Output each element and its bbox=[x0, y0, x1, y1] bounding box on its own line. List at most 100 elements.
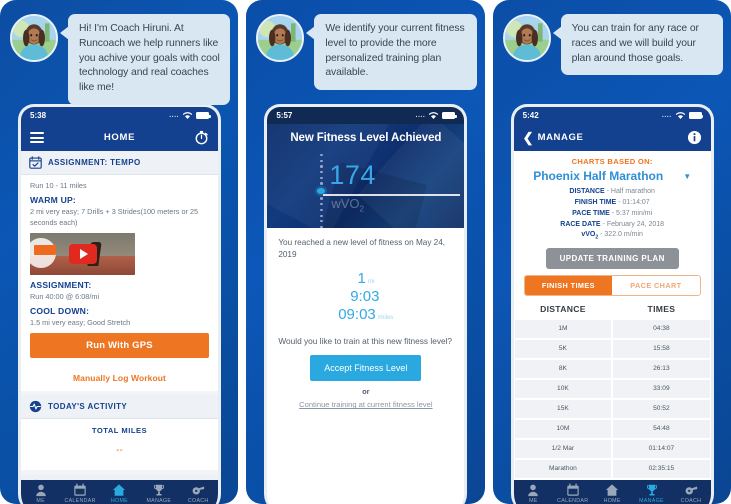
todays-activity-header: TODAY'S ACTIVITY bbox=[21, 394, 218, 419]
stat-pace: 09:03/miles bbox=[278, 306, 453, 324]
workout-video-thumbnail[interactable] bbox=[30, 232, 135, 275]
cooldown-label: COOL DOWN: bbox=[30, 305, 90, 316]
fitness-stats: 1 mi 9:03 09:03/miles bbox=[278, 262, 453, 331]
todays-activity-card: TODAY'S ACTIVITY TOTAL MILES -- bbox=[21, 394, 218, 470]
nav-bar-manage: ❮ MANAGE bbox=[513, 124, 711, 151]
screenshot-panel-fitness-level: We identify your current fitness level t… bbox=[246, 0, 485, 504]
stat-distance-value: 1 bbox=[357, 269, 366, 287]
tab-me[interactable]: ME bbox=[515, 483, 551, 504]
tab-finish-times[interactable]: FINISH TIMES bbox=[524, 275, 613, 295]
coach-avatar bbox=[502, 14, 551, 62]
tab-label-me: ME bbox=[36, 498, 45, 504]
tab-label-manage: MANAGE bbox=[146, 498, 172, 504]
chevron-left-icon: ❮ bbox=[522, 130, 534, 145]
fitness-value: 174 bbox=[329, 160, 376, 190]
meta-pace-time: PACE TIME - 5:37 min/mi bbox=[572, 209, 653, 217]
tab-manage[interactable]: MANAGE bbox=[141, 483, 177, 504]
page-title: MANAGE bbox=[537, 132, 584, 143]
calendar-icon bbox=[73, 483, 87, 497]
tab-home[interactable]: HOME bbox=[101, 483, 137, 504]
cell-distance: 1/2 Mar bbox=[513, 438, 613, 459]
total-miles-value: -- bbox=[116, 444, 123, 456]
column-header-times: TIMES bbox=[647, 303, 676, 314]
nav-bar-home: HOME bbox=[21, 124, 218, 151]
stat-time-value: 9:03 bbox=[350, 287, 380, 305]
tab-bar-3: ME CALENDAR HOME MANAGE COACH bbox=[513, 480, 711, 504]
cell-time: 33:09 bbox=[612, 378, 711, 399]
back-button[interactable]: ❮ MANAGE bbox=[523, 131, 584, 144]
whistle-icon bbox=[191, 483, 205, 497]
meta-distance: DISTANCE - Half marathon bbox=[569, 188, 655, 195]
assignment-card-body: Run 10 - 11 miles WARM UP: 2 mi very eas… bbox=[21, 175, 218, 366]
stat-distance: 1 mi bbox=[278, 270, 453, 288]
tab-home[interactable]: HOME bbox=[594, 483, 630, 504]
wifi-icon bbox=[182, 111, 193, 119]
stopwatch-icon[interactable] bbox=[194, 130, 209, 145]
tab-label-coach: COACH bbox=[680, 498, 702, 504]
status-time: 5:57 bbox=[276, 111, 293, 120]
info-icon[interactable] bbox=[687, 130, 702, 145]
table-row: 8K 26:13 bbox=[513, 358, 711, 379]
play-icon[interactable] bbox=[68, 243, 97, 264]
coach-bubble-text-1: Hi! I'm Coach Hiruni. At Runcoach we hel… bbox=[59, 14, 231, 105]
race-selector[interactable]: Phoenix Half Marathon ▼ bbox=[514, 168, 711, 187]
stat-pace-unit: /miles bbox=[377, 315, 394, 322]
screenshot-panel-manage: You can train for any race or races and … bbox=[492, 0, 731, 504]
wifi-icon bbox=[675, 111, 685, 119]
status-bar-3: 5:42 .... bbox=[513, 107, 711, 124]
accept-fitness-level-button[interactable]: Accept Fitness Level bbox=[310, 355, 422, 382]
tab-pace-chart[interactable]: PACE CHART bbox=[612, 275, 700, 295]
table-row: 5K 15:58 bbox=[513, 338, 711, 359]
signal-icon: .... bbox=[661, 112, 672, 119]
tab-coach[interactable]: COACH bbox=[673, 483, 709, 504]
phone-mockup-1: 5:38 .... HOME ASSIGNMENT: TEMPO Run 10 … bbox=[18, 104, 221, 504]
tab-label-manage: MANAGE bbox=[639, 498, 664, 504]
cell-distance: 10K bbox=[513, 378, 613, 399]
home-content: ASSIGNMENT: TEMPO Run 10 - 11 miles WARM… bbox=[21, 151, 218, 480]
activity-icon bbox=[29, 400, 42, 413]
table-row: 1M 04:38 bbox=[513, 318, 711, 339]
cell-time: 02:35:15 bbox=[612, 458, 711, 479]
assignment-card-header: ASSIGNMENT: TEMPO bbox=[21, 151, 218, 175]
todays-activity-body: TOTAL MILES -- bbox=[21, 419, 218, 470]
cooldown-text: 1.5 mi very easy; Good Stretch bbox=[30, 317, 131, 327]
cell-time: 26:13 bbox=[612, 358, 711, 379]
table-row: Marathon 02:35:15 bbox=[513, 458, 711, 479]
charts-based-on-label: CHARTS BASED ON: bbox=[571, 157, 653, 166]
warmup-text: 2 mi very easy; 7 Drills + 3 Strides(100… bbox=[30, 206, 199, 227]
finish-times-table: 1M 04:38 5K 15:58 8K 26:13 10K 33:09 15K 50:5… bbox=[513, 318, 711, 479]
reached-text: You reached a new level of fitness on Ma… bbox=[278, 238, 446, 260]
phone-mockup-3: 5:42 .... ❮ MANAGE CHARTS BASED ON: Phoe… bbox=[510, 104, 714, 504]
tab-coach[interactable]: COACH bbox=[180, 483, 216, 504]
update-training-plan-button[interactable]: UPDATE TRAINING PLAN bbox=[545, 247, 679, 269]
tab-manage[interactable]: MANAGE bbox=[634, 483, 670, 504]
manually-log-workout-link[interactable]: Manually Log Workout bbox=[21, 366, 218, 391]
status-bar-1: 5:38 .... bbox=[21, 107, 218, 124]
tab-label-home: HOME bbox=[110, 498, 129, 504]
assignment-label: ASSIGNMENT: bbox=[30, 279, 92, 290]
trophy-icon bbox=[152, 483, 166, 497]
app-store-screenshot-set: Hi! I'm Coach Hiruni. At Runcoach we hel… bbox=[0, 0, 731, 504]
meta-race-date: RACE DATE - February 24, 2018 bbox=[560, 220, 665, 228]
tab-label-coach: COACH bbox=[187, 498, 209, 504]
meta-vvo2: vVO2 - 322.0 m/min bbox=[581, 231, 643, 241]
phone-mockup-2: 5:57 .... New Fitness Level Achieved 174 bbox=[264, 104, 468, 504]
assignment-card: ASSIGNMENT: TEMPO Run 10 - 11 miles WARM… bbox=[21, 151, 218, 391]
assignment-text: Run 40:00 @ 6:08/mi bbox=[30, 291, 100, 301]
table-row: 1/2 Mar 01:14:07 bbox=[513, 438, 711, 459]
chart-tabs: FINISH TIMES PACE CHART bbox=[523, 274, 701, 296]
tab-me[interactable]: ME bbox=[23, 483, 59, 504]
todays-activity-title: TODAY'S ACTIVITY bbox=[48, 401, 128, 411]
cell-time: 15:58 bbox=[612, 338, 711, 359]
coach-avatar bbox=[256, 14, 305, 62]
continue-training-link[interactable]: Continue training at current fitness lev… bbox=[278, 400, 453, 409]
cell-distance: 15K bbox=[513, 398, 613, 419]
phone-screen-fitness: 5:57 .... New Fitness Level Achieved 174 bbox=[267, 107, 465, 504]
battery-icon bbox=[442, 112, 457, 119]
person-icon bbox=[526, 483, 540, 497]
run-with-gps-button[interactable]: Run With GPS bbox=[30, 332, 209, 358]
menu-icon[interactable] bbox=[30, 132, 44, 143]
assignment-summary: Run 10 - 11 miles bbox=[30, 181, 87, 190]
tab-calendar[interactable]: CALENDAR bbox=[62, 483, 98, 504]
tab-calendar[interactable]: CALENDAR bbox=[555, 483, 591, 504]
